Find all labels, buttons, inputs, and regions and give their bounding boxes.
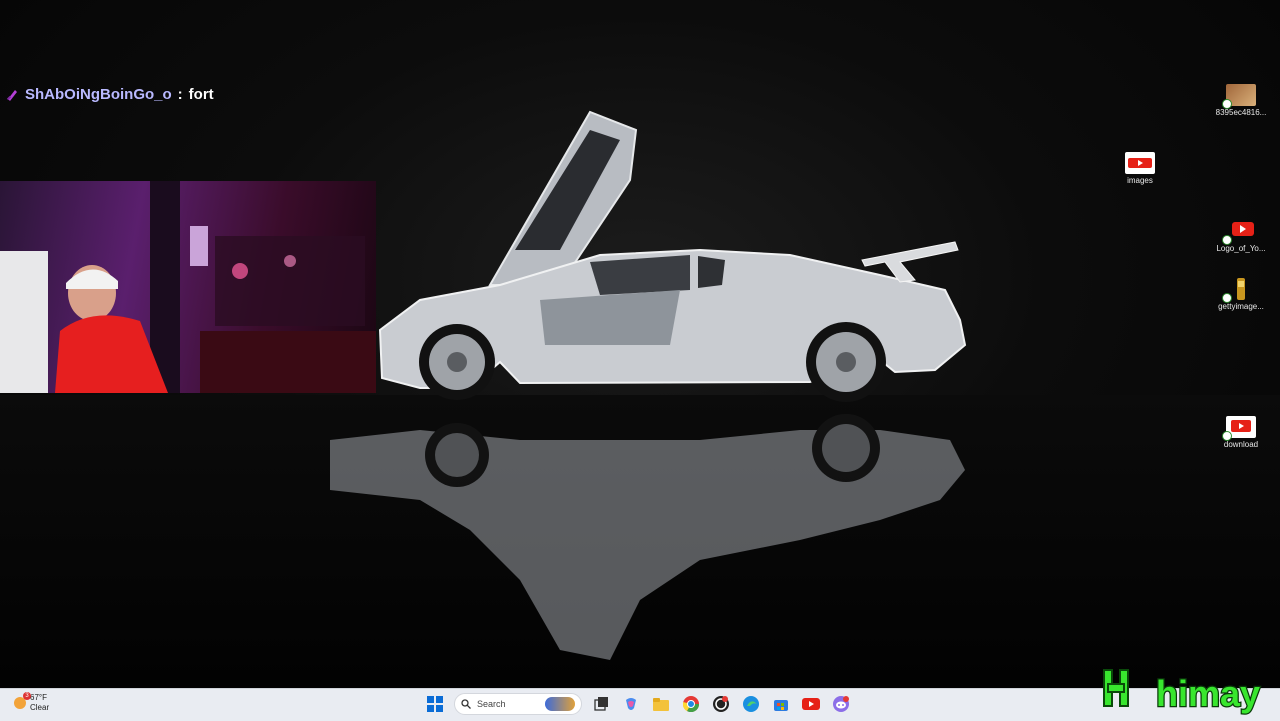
task-view-button[interactable]	[590, 693, 612, 715]
purple-sword-icon	[6, 90, 17, 101]
weather-alert-badge: 3	[23, 692, 31, 700]
weather-description: Clear	[30, 703, 50, 712]
taskbar-search-box[interactable]: Search	[454, 693, 582, 715]
weather-sun-icon: 3	[14, 692, 31, 709]
start-button[interactable]	[424, 693, 446, 715]
youtube-image-icon	[1222, 416, 1256, 441]
file-explorer-button[interactable]	[650, 693, 672, 715]
copilot-button[interactable]	[620, 693, 642, 715]
desktop-icon-label: images	[1127, 176, 1153, 185]
sync-status-icon	[1222, 431, 1232, 441]
obs-button[interactable]	[710, 693, 732, 715]
desktop-icon-label: Logo_of_Yo...	[1216, 244, 1266, 253]
desktop-icon-label: download	[1223, 440, 1259, 449]
edge-icon	[743, 696, 759, 712]
chat-overlay: ShAbOiNgBoinGo_o : fort	[6, 86, 214, 103]
desktop-icon-images[interactable]: images	[1105, 152, 1175, 185]
desktop-icon-8395ec4816[interactable]: 8395ec4816...	[1206, 84, 1276, 117]
desktop-icon-label: 8395ec4816...	[1215, 108, 1267, 117]
image-thumbnail-icon	[1222, 278, 1256, 303]
chat-username: ShAbOiNgBoinGo_o	[25, 86, 172, 103]
youtube-button[interactable]	[800, 693, 822, 715]
streamer-logo: himay	[1103, 669, 1261, 715]
chrome-icon	[683, 696, 699, 712]
youtube-icon	[802, 698, 820, 710]
youtube-image-icon	[1125, 152, 1155, 174]
task-view-icon	[594, 697, 608, 711]
edge-button[interactable]	[740, 693, 762, 715]
weather-widget[interactable]: 3 67°F Clear	[14, 692, 50, 713]
sync-status-icon	[1222, 235, 1232, 245]
sync-status-icon	[1222, 293, 1232, 303]
obs-icon	[713, 696, 729, 712]
weather-temperature: 67°F	[30, 693, 47, 702]
taskbar: 3 67°F Clear Search	[0, 688, 1280, 721]
webcam-overlay	[0, 181, 376, 393]
brand-text: himay	[1156, 673, 1260, 714]
store-button[interactable]	[770, 693, 792, 715]
sync-status-icon	[1222, 99, 1232, 109]
chrome-button[interactable]	[680, 693, 702, 715]
chat-separator: :	[177, 86, 183, 103]
widgets-icon	[545, 697, 575, 711]
webcam-feed-image	[0, 181, 376, 393]
desktop-icon-label: gettyimage...	[1218, 302, 1264, 311]
desktop-icon-download[interactable]: download	[1206, 416, 1276, 449]
desktop-icon-logo-of-youtube[interactable]: Logo_of_Yo...	[1206, 220, 1276, 253]
search-placeholder: Search	[477, 699, 506, 709]
file-explorer-icon	[653, 698, 669, 711]
discord-button[interactable]	[830, 693, 852, 715]
discord-icon	[833, 696, 849, 712]
chat-message: fort	[188, 86, 214, 103]
copilot-icon	[626, 698, 636, 710]
store-icon	[774, 700, 788, 711]
search-icon	[461, 699, 471, 709]
desktop-icon-gettyimages[interactable]: gettyimage...	[1206, 278, 1276, 311]
youtube-logo-icon	[1222, 220, 1256, 245]
image-thumbnail-icon	[1222, 84, 1256, 109]
taskbar-apps: Search	[424, 693, 852, 715]
start-icon	[427, 696, 443, 712]
